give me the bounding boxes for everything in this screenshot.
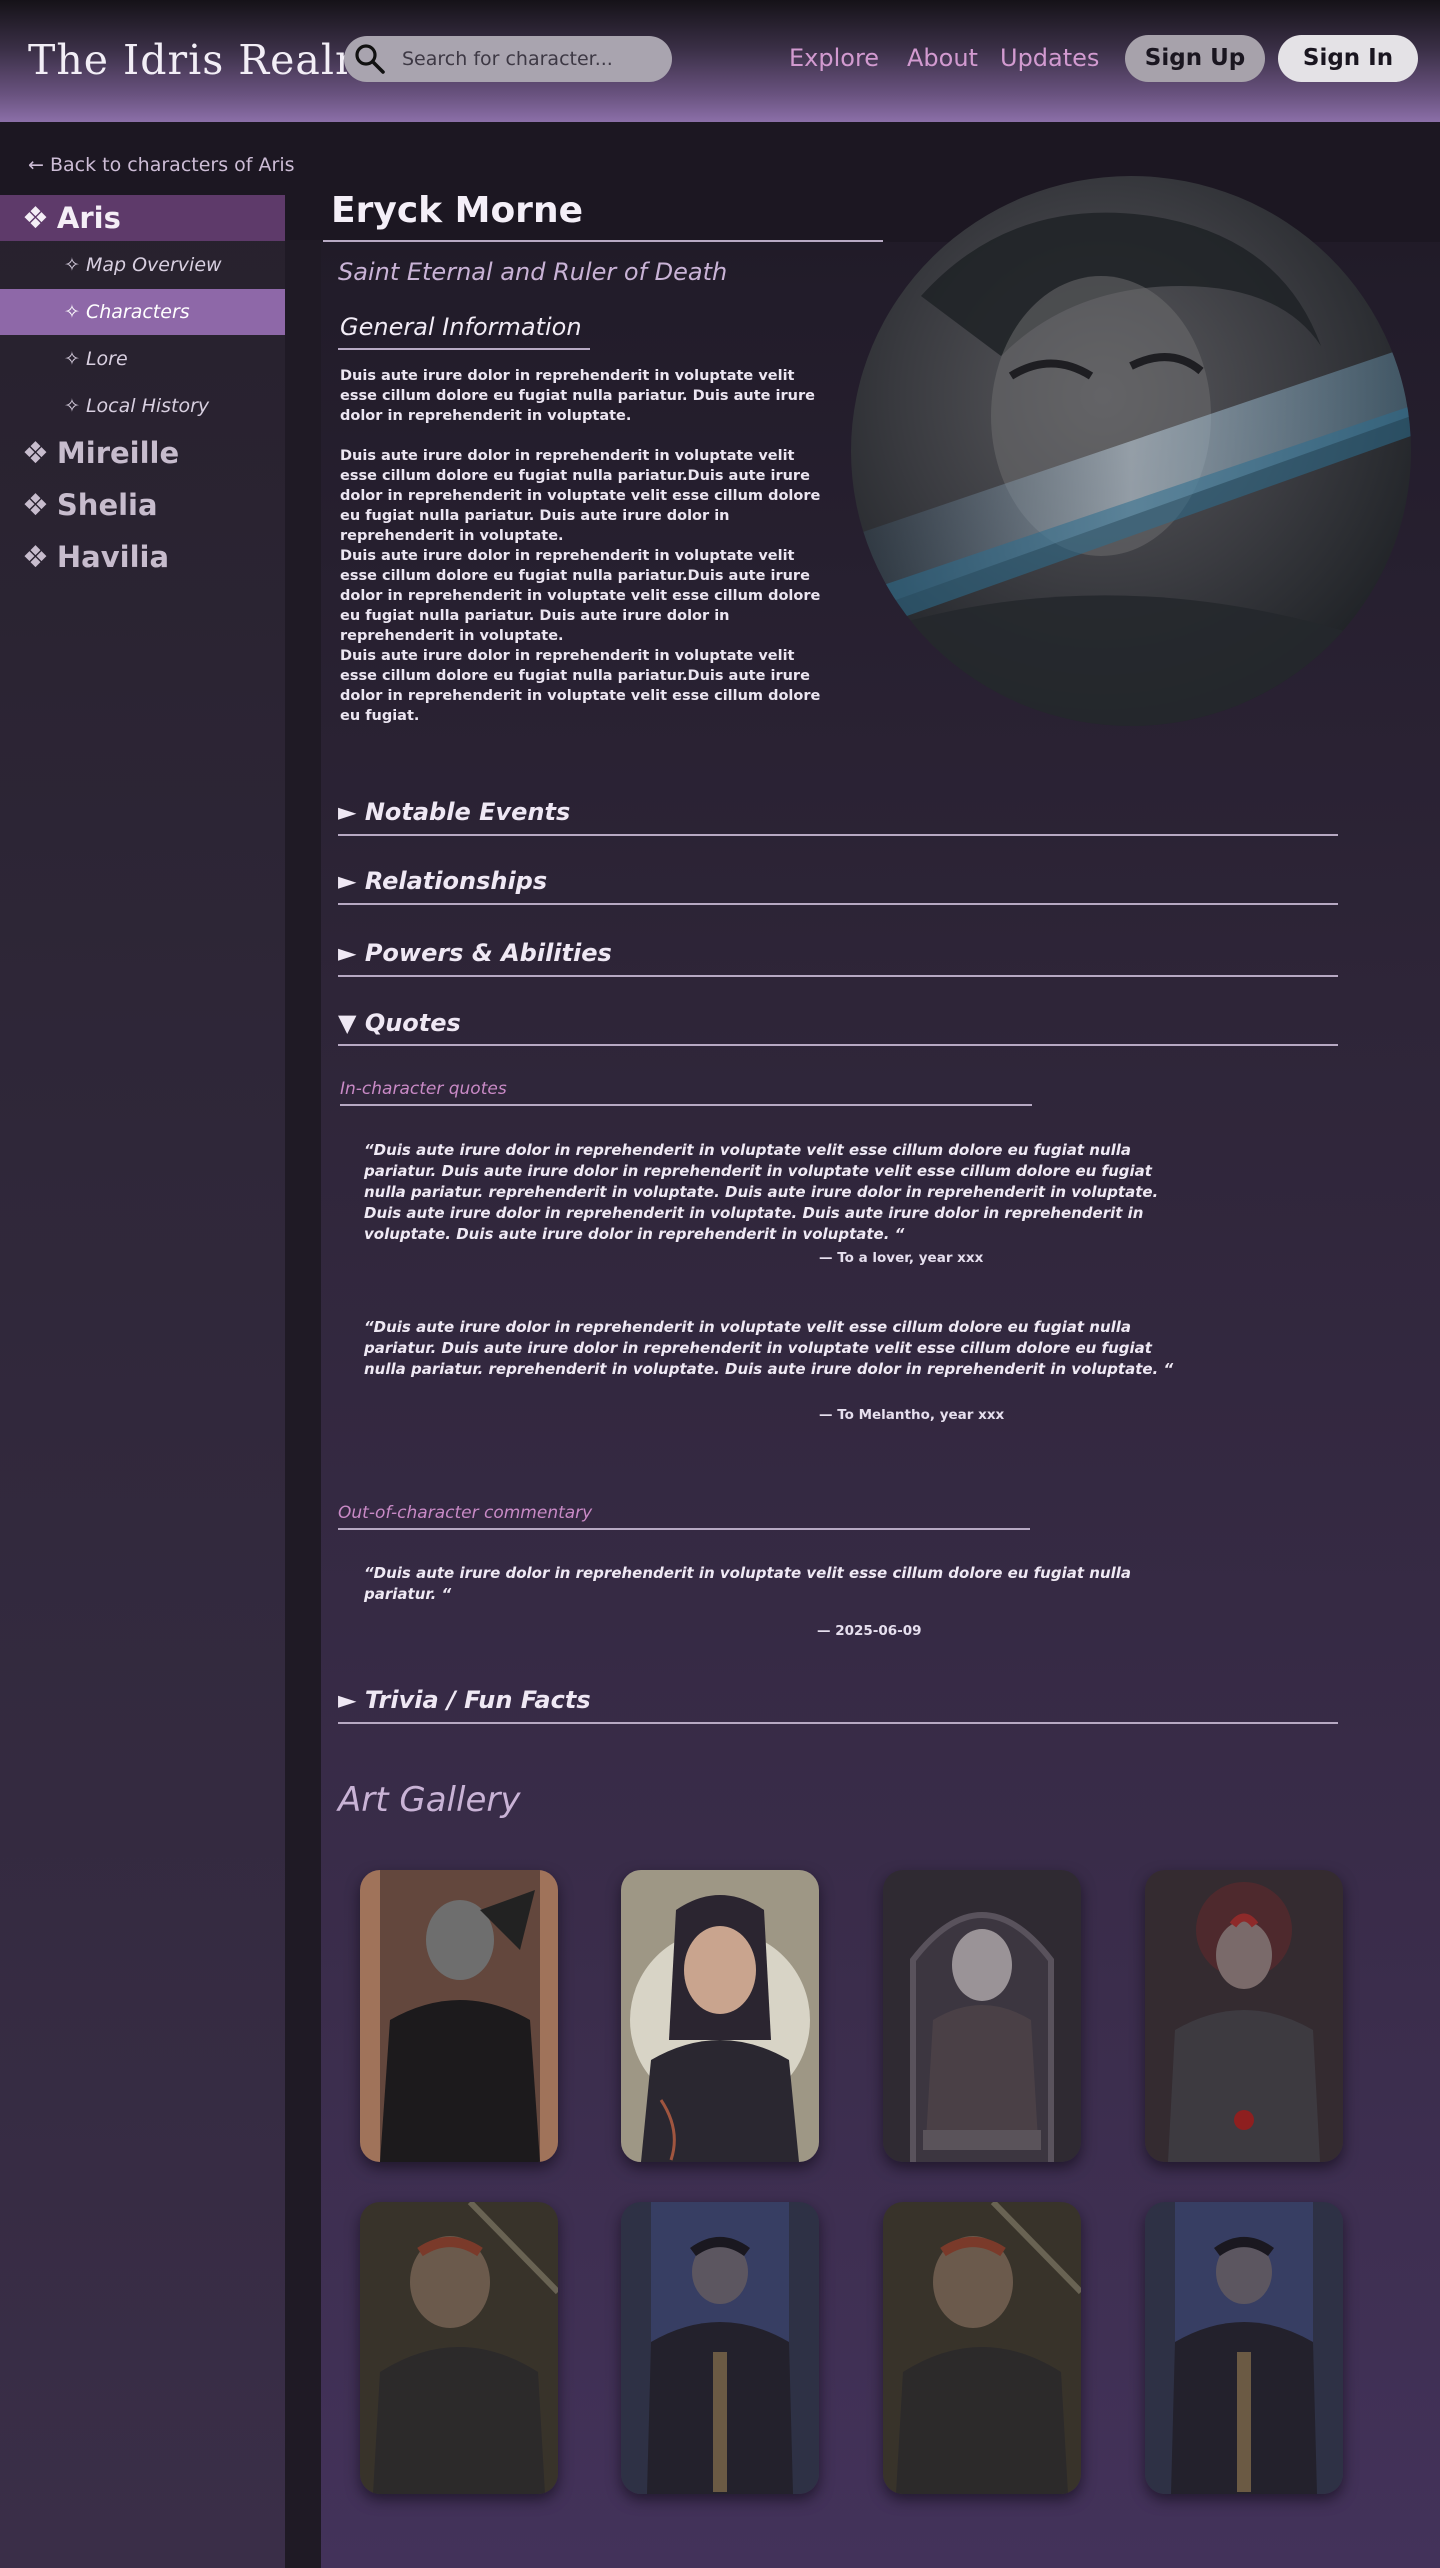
notable-events-toggle[interactable]: ► Notable Events (338, 798, 570, 826)
quotes-subdivider (340, 1104, 1032, 1106)
info-paragraph: Duis aute irure dolor in reprehenderit i… (340, 368, 815, 424)
nav-updates-link[interactable]: Updates (1000, 44, 1099, 72)
diamond-icon: ❖ (22, 201, 49, 236)
general-info-heading: General Information (340, 313, 582, 341)
quote-attribution: — To a lover, year xxx (819, 1250, 984, 1266)
diamond-icon: ❖ (22, 488, 49, 523)
section-divider (338, 1722, 1338, 1724)
character-subtitle: Saint Eternal and Ruler of Death (338, 258, 728, 286)
sidebar-region-label: Shelia (56, 488, 158, 522)
sidebar-region-havilia[interactable]: ❖ Havilia (0, 534, 285, 580)
ooc-attribution: — 2025-06-09 (817, 1623, 922, 1639)
site-logo[interactable]: The Idris Realm (28, 36, 375, 84)
search-bar[interactable] (344, 36, 672, 82)
nav-about-link[interactable]: About (907, 44, 978, 72)
relationships-toggle[interactable]: ► Relationships (338, 867, 547, 895)
gallery-art-thumbnail[interactable] (621, 2202, 819, 2494)
quote-attribution: — To Melantho, year xxx (819, 1407, 1005, 1423)
sidebar-item-characters[interactable]: ✧ Characters (0, 289, 285, 335)
in-character-quotes-heading: In-character quotes (340, 1079, 507, 1099)
sidebar-region-label: Aris (56, 201, 121, 235)
gallery-art-thumbnail[interactable] (621, 1870, 819, 2162)
section-divider (338, 903, 1338, 905)
sidebar-region-label: Havilia (56, 540, 170, 574)
quotes-subdivider (338, 1528, 1030, 1530)
quotes-toggle[interactable]: ▼ Quotes (338, 1009, 461, 1037)
gallery-art-thumbnail[interactable] (360, 2202, 558, 2494)
sidebar-region-mireille[interactable]: ❖ Mireille (0, 430, 285, 476)
gallery-art-thumbnail[interactable] (360, 1870, 558, 2162)
diamond-icon: ❖ (22, 540, 49, 575)
gallery-art-thumbnail[interactable] (883, 2202, 1081, 2494)
gallery-art-thumbnail[interactable] (883, 1870, 1081, 2162)
title-divider (323, 240, 883, 242)
sidebar-item-lore[interactable]: ✧ Lore (0, 336, 285, 382)
character-portrait (851, 176, 1411, 726)
quote-text: “Duis aute irure dolor in reprehenderit … (364, 1318, 1174, 1378)
trivia-toggle[interactable]: ► Trivia / Fun Facts (338, 1686, 591, 1714)
info-paragraph: Duis aute irure dolor in reprehenderit i… (340, 648, 821, 724)
general-info-divider (338, 348, 590, 350)
ooc-text: “Duis aute irure dolor in reprehenderit … (364, 1564, 1132, 1603)
site-header: The Idris Realm Explore About Updates Si… (0, 0, 1440, 122)
info-paragraph: Duis aute irure dolor in reprehenderit i… (340, 448, 821, 544)
diamond-icon: ❖ (22, 436, 49, 471)
back-link[interactable]: ← Back to characters of Aris (28, 154, 295, 176)
sidebar-item-map-overview[interactable]: ✧ Map Overview (0, 242, 285, 288)
sidebar-region-shelia[interactable]: ❖ Shelia (0, 482, 285, 528)
quote-text: “Duis aute irure dolor in reprehenderit … (364, 1141, 1159, 1243)
sidebar-region-aris[interactable]: ❖ Aris (0, 195, 285, 241)
search-input[interactable] (402, 36, 664, 82)
gallery-art-thumbnail[interactable] (1145, 2202, 1343, 2494)
section-divider (338, 975, 1338, 977)
art-gallery-heading: Art Gallery (338, 1780, 521, 1820)
search-icon (355, 44, 385, 74)
powers-abilities-toggle[interactable]: ► Powers & Abilities (338, 939, 612, 967)
sidebar-item-local-history[interactable]: ✧ Local History (0, 383, 285, 429)
gallery-art-thumbnail[interactable] (1145, 1870, 1343, 2162)
sidebar-region-label: Mireille (56, 436, 180, 470)
ooc-commentary-heading: Out-of-character commentary (338, 1503, 593, 1523)
info-paragraph: Duis aute irure dolor in reprehenderit i… (340, 548, 821, 644)
character-name: Eryck Morne (331, 190, 583, 231)
section-divider (338, 834, 1338, 836)
sign-up-button[interactable]: Sign Up (1125, 35, 1265, 82)
sidebar-divider (285, 240, 321, 2568)
sign-in-button[interactable]: Sign In (1278, 35, 1418, 82)
section-divider (338, 1044, 1338, 1046)
nav-explore-link[interactable]: Explore (789, 44, 879, 72)
